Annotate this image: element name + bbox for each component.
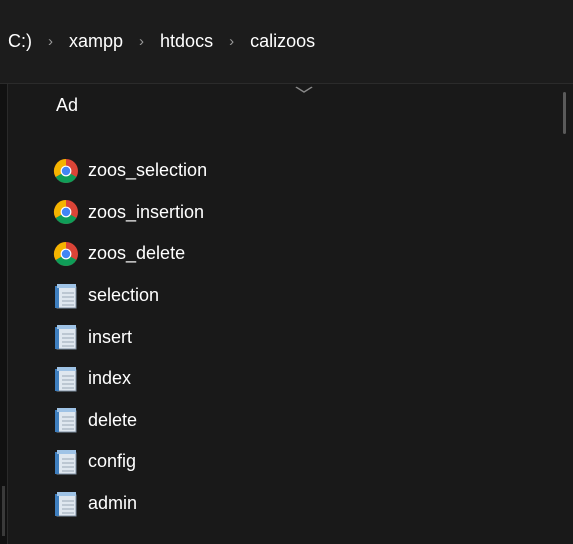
notepad-icon [52, 448, 80, 476]
file-name: selection [88, 285, 160, 306]
file-name: zoos_selection [88, 160, 208, 181]
notepad-icon [52, 282, 80, 310]
notepad-icon [52, 365, 80, 393]
file-name: zoos_delete [88, 243, 186, 264]
file-item[interactable]: zoos_selection [52, 150, 207, 192]
chevron-right-icon: › [229, 33, 235, 50]
file-item[interactable]: index [52, 358, 207, 400]
file-name: delete [88, 409, 138, 430]
file-item[interactable]: insert [52, 316, 207, 358]
file-name: index [88, 368, 132, 389]
notepad-icon [52, 490, 80, 518]
chevron-right-icon: › [48, 33, 53, 50]
breadcrumb-htdocs[interactable]: htdocs [160, 31, 213, 52]
chevron-right-icon: › [139, 33, 145, 50]
address-bar[interactable]: C:) › xampp › htdocs › calizoos [0, 0, 573, 84]
chrome-icon [52, 157, 80, 185]
breadcrumb-calizoos[interactable]: calizoos [250, 31, 315, 52]
file-item[interactable]: zoos_insertion [52, 192, 207, 234]
navigation-scrollbar[interactable] [2, 486, 5, 536]
breadcrumb-drive[interactable]: C:) [8, 31, 32, 52]
file-item[interactable]: delete [52, 400, 207, 442]
vertical-scrollbar[interactable] [563, 92, 566, 134]
file-item[interactable]: zoos_delete [52, 233, 207, 275]
navigation-pane-edge [0, 84, 8, 544]
file-name: insert [88, 326, 133, 347]
sort-chevron-icon[interactable] [294, 83, 313, 97]
notepad-icon [52, 406, 80, 434]
breadcrumb-xampp[interactable]: xampp [69, 31, 123, 52]
file-explorer-window: C:) › xampp › htdocs › calizoos Ad zoos_… [0, 0, 573, 544]
file-list: zoos_selection zoos_insertion zoos_delet… [52, 150, 207, 524]
file-name: admin [88, 493, 138, 514]
file-name: zoos_insertion [88, 201, 205, 222]
file-name: config [88, 451, 137, 472]
notepad-icon [52, 323, 80, 351]
file-item[interactable]: config [52, 441, 207, 483]
chrome-icon [52, 198, 80, 226]
file-item[interactable]: admin [52, 483, 207, 525]
file-item[interactable]: selection [52, 275, 207, 317]
chrome-icon [52, 240, 80, 268]
column-header-name[interactable]: Ad [56, 95, 78, 116]
